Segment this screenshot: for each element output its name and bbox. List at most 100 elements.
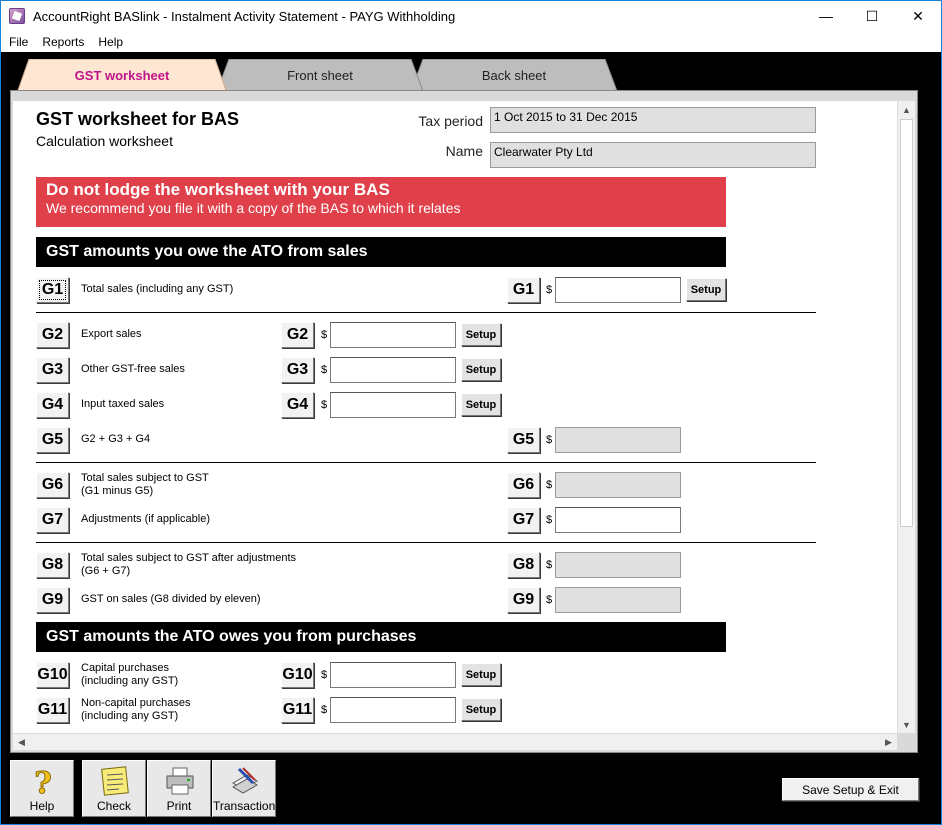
menu-reports[interactable]: Reports [35,35,91,49]
scroll-up-icon[interactable]: ▲ [898,101,915,118]
g1-amount-input[interactable] [555,277,681,303]
g7-code-right[interactable]: G7 [507,507,540,533]
g4-label: Input taxed sales [81,398,165,410]
g1-setup-button[interactable]: Setup [686,278,726,301]
g3-setup-button[interactable]: Setup [461,358,501,381]
g8-amount-field [555,552,681,578]
g4-code-button[interactable]: G4 [36,392,69,418]
tab-gst-worksheet-label: GST worksheet [74,67,170,83]
g6-amount-field [555,472,681,498]
g8-code-right[interactable]: G8 [507,552,540,578]
menu-file[interactable]: File [1,35,35,49]
menu-help[interactable]: Help [91,35,130,49]
divider [36,542,816,543]
g8-code-button[interactable]: G8 [36,552,69,578]
tab-front-sheet[interactable]: Front sheet [217,59,423,91]
g8-label: Total sales subject to GST after adjustm… [81,552,296,578]
maximize-button[interactable]: ☐ [849,1,895,31]
g4-code-right[interactable]: G4 [281,392,314,418]
g11-code-button[interactable]: G11 [36,697,69,723]
g10-code-button[interactable]: G10 [36,662,69,688]
close-button[interactable]: ✕ [895,1,941,31]
g11-setup-button[interactable]: Setup [461,698,501,721]
name-field: Clearwater Pty Ltd [490,142,816,168]
g6-code-right[interactable]: G6 [507,472,540,498]
tab-strip: Back sheet Front sheet GST worksheet [1,57,941,93]
g2-code-right[interactable]: G2 [281,322,314,348]
page-title: GST worksheet for BAS [36,109,240,129]
g2-amount-input[interactable] [330,322,456,348]
window-title: AccountRight BASlink - Instalment Activi… [33,8,456,24]
vertical-scrollbar[interactable]: ▲ ▼ [897,101,915,733]
help-button[interactable]: ? Help [10,760,74,817]
g11-amount-input[interactable] [330,697,456,723]
transaction-button-label: Transaction [213,799,276,813]
g5-code-right[interactable]: G5 [507,427,540,453]
g10-setup-button[interactable]: Setup [461,663,501,686]
g6-dollar: $ [546,479,553,491]
minimize-button[interactable]: — [803,1,849,31]
question-mark-icon: ? [34,766,53,798]
warning-title: Do not lodge the worksheet with your BAS [46,180,390,199]
g3-dollar: $ [321,364,328,376]
worksheet-panel: GST worksheet for BAS Calculation worksh… [10,90,918,753]
lodge-warning-banner: Do not lodge the worksheet with your BAS… [36,177,726,227]
g4-setup-button[interactable]: Setup [461,393,501,416]
transaction-icon [232,767,258,794]
g3-amount-input[interactable] [330,357,456,383]
g10-label: Capital purchases (including any GST) [81,662,178,688]
g2-code-button[interactable]: G2 [36,322,69,348]
check-button-label: Check [96,799,131,813]
printer-icon [166,767,194,795]
divider [36,462,816,463]
g5-code-button[interactable]: G5 [36,427,69,453]
g8-label-line1: Total sales subject to GST after adjustm… [81,552,297,564]
warning-text: We recommend you file it with a copy of … [46,200,461,216]
g9-code-right[interactable]: G9 [507,587,540,613]
g9-code-button[interactable]: G9 [36,587,69,613]
g5-amount-field [555,427,681,453]
g6-code-button[interactable]: G6 [36,472,69,498]
name-label: Name [445,143,483,159]
check-button[interactable]: Check [82,760,146,817]
tab-front-sheet-label: Front sheet [287,67,353,83]
g6-label-line1: Total sales subject to GST [81,472,209,484]
scroll-right-icon[interactable]: ▶ [880,734,897,751]
g3-code-button[interactable]: G3 [36,357,69,383]
scroll-down-icon[interactable]: ▼ [898,716,915,733]
divider [36,312,816,313]
tab-back-sheet[interactable]: Back sheet [411,59,617,91]
transaction-button[interactable]: Transaction [212,760,276,817]
g1-code-right[interactable]: G1 [507,277,540,303]
g1-code-button[interactable]: G1 [36,277,69,303]
save-setup-exit-button[interactable]: Save Setup & Exit [782,778,919,801]
g3-label: Other GST-free sales [81,363,185,375]
scroll-thumb[interactable] [900,119,913,527]
g11-code-right[interactable]: G11 [281,697,314,723]
g5-dollar: $ [546,434,553,446]
tab-gst-worksheet[interactable]: GST worksheet [17,59,227,93]
g4-amount-input[interactable] [330,392,456,418]
g2-label: Export sales [81,328,142,340]
page-subtitle: Calculation worksheet [36,133,173,149]
g7-dollar: $ [546,514,553,526]
tax-period-field: 1 Oct 2015 to 31 Dec 2015 [490,107,816,133]
g11-label-line1: Non-capital purchases [81,697,191,709]
g7-code-button[interactable]: G7 [36,507,69,533]
horizontal-scrollbar[interactable]: ◀ ▶ [13,733,897,750]
g7-amount-input[interactable] [555,507,681,533]
g10-amount-input[interactable] [330,662,456,688]
print-button[interactable]: Print [147,760,211,817]
g6-label: Total sales subject to GST (G1 minus G5) [81,472,209,498]
worksheet-sheet: GST worksheet for BAS Calculation worksh… [13,101,897,733]
g1-label: Total sales (including any GST) [81,283,234,295]
g10-code-right[interactable]: G10 [281,662,314,688]
checklist-note-icon [101,766,129,796]
scroll-left-icon[interactable]: ◀ [13,734,30,751]
help-button-label: Help [29,799,55,813]
g2-setup-button[interactable]: Setup [461,323,501,346]
g3-code-right[interactable]: G3 [281,357,314,383]
g9-dollar: $ [546,594,553,606]
g11-label-line2: (including any GST) [81,710,179,722]
g9-label: GST on sales (G8 divided by eleven) [81,593,261,605]
